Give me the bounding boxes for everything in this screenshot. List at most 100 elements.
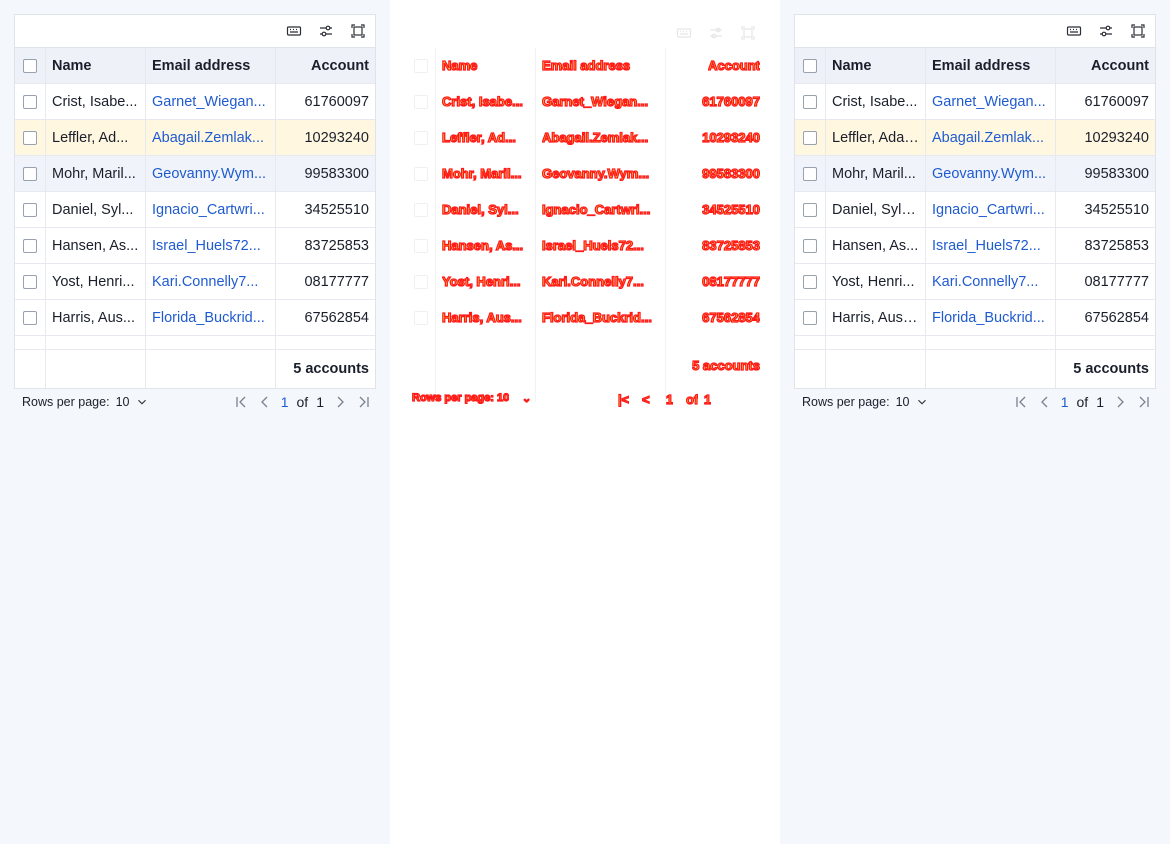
table-row[interactable]: Mohr, Maril... Geovanny.Wym... 99583300 xyxy=(15,156,375,192)
name-cell[interactable]: Leffler, Ad... xyxy=(46,120,146,155)
table-row[interactable]: Mohr, Maril... Geovanny.Wym... 99583300 xyxy=(795,156,1155,192)
row-checkbox[interactable] xyxy=(803,310,817,325)
account-cell[interactable]: 83725853 xyxy=(276,228,375,263)
account-cell[interactable]: 83725853 xyxy=(1056,228,1155,263)
column-header-account[interactable]: Account xyxy=(276,48,375,83)
email-cell[interactable]: Kari.Connelly7... xyxy=(146,264,276,299)
fullscreen-icon[interactable] xyxy=(347,20,369,42)
account-cell[interactable]: 99583300 xyxy=(276,156,375,191)
table-row[interactable]: Daniel, Sylv... Ignacio_Cartwri... 34525… xyxy=(795,192,1155,228)
email-cell[interactable]: Geovanny.Wym... xyxy=(146,156,276,191)
rows-per-page-select[interactable]: Rows per page: 10 xyxy=(794,395,929,409)
name-cell[interactable]: Hansen, As... xyxy=(46,228,146,263)
of-label: of xyxy=(296,394,309,410)
account-cell[interactable]: 10293240 xyxy=(276,120,375,155)
name-cell[interactable]: Leffler, Adal... xyxy=(826,120,926,155)
last-page-icon[interactable] xyxy=(1136,394,1152,410)
table-row[interactable]: Crist, Isabe... Garnet_Wiegan... 6176009… xyxy=(795,84,1155,120)
account-cell[interactable]: 67562854 xyxy=(276,300,375,335)
account-cell[interactable]: 99583300 xyxy=(1056,156,1155,191)
row-checkbox[interactable] xyxy=(803,130,817,145)
email-cell[interactable]: Abagail.Zemlak... xyxy=(926,120,1056,155)
name-cell[interactable]: Mohr, Maril... xyxy=(46,156,146,191)
sliders-icon[interactable] xyxy=(315,20,337,42)
row-checkbox[interactable] xyxy=(23,238,37,253)
name-cell[interactable]: Daniel, Sylv... xyxy=(826,192,926,227)
table-row[interactable]: Hansen, As... Israel_Huels72... 83725853 xyxy=(15,228,375,264)
column-header-email[interactable]: Email address xyxy=(926,48,1056,83)
email-cell[interactable]: Florida_Buckrid... xyxy=(926,300,1056,335)
row-select-cell xyxy=(15,84,46,119)
table-row-partial[interactable] xyxy=(795,336,1155,350)
email-cell[interactable]: Ignacio_Cartwri... xyxy=(926,192,1056,227)
keyboard-icon[interactable] xyxy=(283,20,305,42)
account-cell[interactable]: 08177777 xyxy=(1056,264,1155,299)
table-row[interactable]: Yost, Henri... Kari.Connelly7... 0817777… xyxy=(15,264,375,300)
table-row[interactable]: Crist, Isabe... Garnet_Wiegan... 6176009… xyxy=(15,84,375,120)
table-row[interactable]: Hansen, As... Israel_Huels72... 83725853 xyxy=(795,228,1155,264)
email-cell[interactable]: Israel_Huels72... xyxy=(926,228,1056,263)
table-row[interactable]: Harris, Aust... Florida_Buckrid... 67562… xyxy=(795,300,1155,336)
table-row[interactable]: Leffler, Ad... Abagail.Zemlak... 1029324… xyxy=(15,120,375,156)
email-cell[interactable]: Florida_Buckrid... xyxy=(146,300,276,335)
row-checkbox[interactable] xyxy=(23,166,37,181)
account-cell[interactable]: 34525510 xyxy=(276,192,375,227)
account-cell[interactable]: 67562854 xyxy=(1056,300,1155,335)
first-page-icon[interactable] xyxy=(1013,394,1029,410)
name-cell[interactable]: Yost, Henri... xyxy=(46,264,146,299)
email-cell[interactable]: Ignacio_Cartwri... xyxy=(146,192,276,227)
previous-page-icon[interactable] xyxy=(1037,394,1053,410)
name-cell[interactable]: Crist, Isabe... xyxy=(46,84,146,119)
row-checkbox[interactable] xyxy=(23,94,37,109)
column-header-name[interactable]: Name xyxy=(46,48,146,83)
name-cell[interactable]: Daniel, Syl... xyxy=(46,192,146,227)
email-cell[interactable]: Geovanny.Wym... xyxy=(926,156,1056,191)
email-cell[interactable]: Garnet_Wiegan... xyxy=(146,84,276,119)
fullscreen-icon[interactable] xyxy=(1127,20,1149,42)
row-select-cell xyxy=(15,336,46,349)
account-cell[interactable]: 10293240 xyxy=(1056,120,1155,155)
column-header-name[interactable]: Name xyxy=(826,48,926,83)
table-row[interactable]: Yost, Henri... Kari.Connelly7... 0817777… xyxy=(795,264,1155,300)
column-header-account[interactable]: Account xyxy=(1056,48,1155,83)
name-cell[interactable]: Mohr, Maril... xyxy=(826,156,926,191)
name-cell[interactable]: Harris, Aus... xyxy=(46,300,146,335)
row-checkbox[interactable] xyxy=(803,94,817,109)
first-page-icon[interactable] xyxy=(233,394,249,410)
row-checkbox[interactable] xyxy=(23,274,37,289)
row-checkbox[interactable] xyxy=(23,310,37,325)
next-page-icon[interactable] xyxy=(1112,394,1128,410)
row-checkbox[interactable] xyxy=(803,238,817,253)
email-cell[interactable]: Israel_Huels72... xyxy=(146,228,276,263)
select-all-checkbox[interactable] xyxy=(803,58,817,73)
pagination-bar: Rows per page: 10 1 of 1 xyxy=(14,392,376,412)
table-row[interactable]: Leffler, Adal... Abagail.Zemlak... 10293… xyxy=(795,120,1155,156)
sliders-icon[interactable] xyxy=(1095,20,1117,42)
email-cell[interactable]: Kari.Connelly7... xyxy=(926,264,1056,299)
account-cell[interactable]: 61760097 xyxy=(1056,84,1155,119)
row-checkbox[interactable] xyxy=(803,202,817,217)
select-all-checkbox[interactable] xyxy=(23,58,37,73)
email-cell[interactable]: Garnet_Wiegan... xyxy=(926,84,1056,119)
name-cell[interactable]: Crist, Isabe... xyxy=(826,84,926,119)
last-page-icon[interactable] xyxy=(356,394,372,410)
row-checkbox[interactable] xyxy=(803,166,817,181)
table-row[interactable]: Harris, Aus... Florida_Buckrid... 675628… xyxy=(15,300,375,336)
row-checkbox[interactable] xyxy=(23,130,37,145)
keyboard-icon[interactable] xyxy=(1063,20,1085,42)
row-checkbox[interactable] xyxy=(23,202,37,217)
column-header-email[interactable]: Email address xyxy=(146,48,276,83)
name-cell[interactable]: Yost, Henri... xyxy=(826,264,926,299)
name-cell[interactable]: Harris, Aust... xyxy=(826,300,926,335)
email-cell[interactable]: Abagail.Zemlak... xyxy=(146,120,276,155)
rows-per-page-select[interactable]: Rows per page: 10 xyxy=(14,395,149,409)
account-cell[interactable]: 34525510 xyxy=(1056,192,1155,227)
name-cell[interactable]: Hansen, As... xyxy=(826,228,926,263)
table-row-partial[interactable] xyxy=(15,336,375,350)
previous-page-icon[interactable] xyxy=(257,394,273,410)
row-checkbox[interactable] xyxy=(803,274,817,289)
next-page-icon[interactable] xyxy=(332,394,348,410)
table-row[interactable]: Daniel, Syl... Ignacio_Cartwri... 345255… xyxy=(15,192,375,228)
account-cell[interactable]: 08177777 xyxy=(276,264,375,299)
account-cell[interactable]: 61760097 xyxy=(276,84,375,119)
